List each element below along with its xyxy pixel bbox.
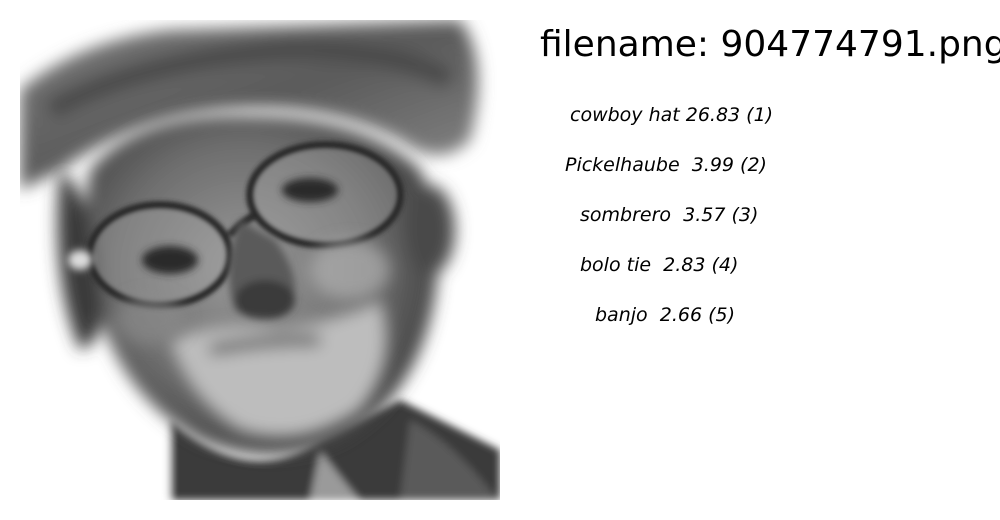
prediction-2: Pickelhaube 3.99 (2) [565, 154, 767, 176]
prediction-4: bolo tie 2.83 (4) [580, 254, 739, 276]
portrait-image [20, 20, 500, 500]
filename-title: filename: 904774791.png [540, 24, 1000, 65]
result-view: filename: 904774791.png cowboy hat 26.83… [0, 0, 1000, 520]
prediction-5: banjo 2.66 (5) [595, 304, 735, 326]
prediction-3: sombrero 3.57 (3) [580, 204, 759, 226]
prediction-1: cowboy hat 26.83 (1) [570, 104, 774, 126]
input-photo [20, 20, 500, 500]
